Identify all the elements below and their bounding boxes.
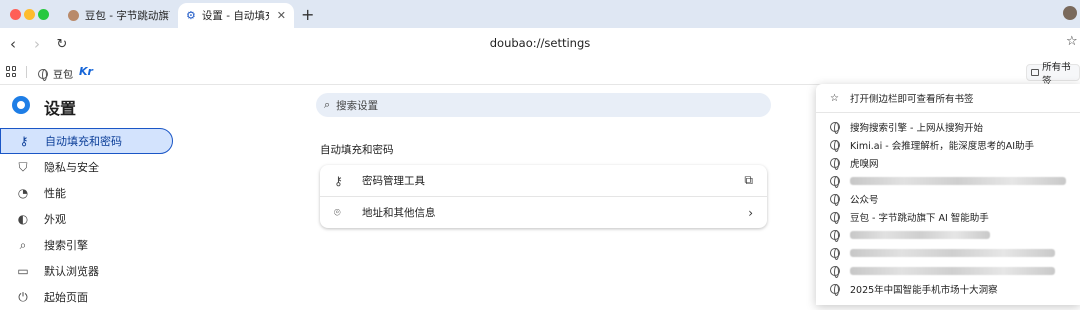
sidebar-item-label: 搜索引擎: [44, 239, 88, 252]
bookmark-item[interactable]: [816, 226, 1080, 244]
address-bar[interactable]: doubao://settings: [0, 36, 1080, 50]
profile-avatar[interactable]: [1063, 6, 1077, 20]
divider: [816, 112, 1080, 113]
bookmark-item[interactable]: 虎嗅网: [816, 154, 1080, 172]
gear-icon: ⚙: [186, 9, 196, 22]
open-sidebar-bookmarks[interactable]: ☆ 打开侧边栏即可查看所有书签: [816, 89, 1080, 107]
palette-icon: ◐: [17, 212, 29, 226]
sidebar-item-appearance[interactable]: ◐ 外观: [0, 206, 173, 232]
speedometer-icon: ◔: [17, 186, 29, 200]
sidebar-item-startup[interactable]: ⏻ 起始页面: [0, 284, 173, 310]
toolbar: ‹ › ↻ doubao://settings ☆: [0, 28, 1080, 60]
sidebar-item-label: 性能: [44, 187, 66, 200]
bookmark-item[interactable]: 搜狗搜索引擎 - 上网从搜狗开始: [816, 118, 1080, 136]
globe-icon: [830, 122, 840, 134]
doubao-avatar-icon: [68, 10, 79, 21]
globe-icon: [830, 212, 840, 224]
doubao-logo: [12, 96, 30, 114]
page-title: 设置: [44, 99, 77, 118]
shield-icon: ⛉: [18, 159, 28, 174]
bookmark-item-label: 公众号: [850, 195, 879, 206]
bookmark-kr[interactable]: Kr: [79, 65, 93, 78]
addresses-row[interactable]: ⌾ 地址和其他信息 ›: [320, 197, 767, 228]
close-window-button[interactable]: [10, 9, 21, 20]
search-icon: ⌕: [324, 98, 331, 111]
sidebar-item-privacy[interactable]: ⛉ 隐私与安全: [0, 154, 173, 180]
autofill-card: ⚷ 密码管理工具 ⧉ ⌾ 地址和其他信息 ›: [320, 165, 767, 228]
bookmark-item-label: 2025年中国智能手机市场十大洞察: [850, 285, 998, 296]
maximize-window-button[interactable]: [38, 9, 49, 20]
globe-icon: [830, 230, 840, 242]
globe-icon: [830, 176, 840, 188]
globe-icon: [830, 248, 840, 260]
bookmark-item[interactable]: 豆包 - 字节跳动旗下 AI 智能助手: [816, 208, 1080, 226]
globe-icon: [830, 194, 840, 206]
globe-icon: [830, 140, 840, 152]
search-icon: ⌕: [19, 237, 27, 252]
tab-label: 豆包 - 字节跳动旗下 AI 智能助手: [84, 10, 170, 22]
new-tab-button[interactable]: +: [301, 5, 314, 24]
row-label: 密码管理工具: [362, 175, 425, 187]
key-icon: ⚷: [334, 173, 343, 188]
key-icon: ⚷: [19, 134, 29, 148]
popup-header-label: 打开侧边栏即可查看所有书签: [850, 94, 974, 105]
tab-doubao[interactable]: 豆包 - 字节跳动旗下 AI 智能助手: [60, 3, 178, 28]
sidebar-item-label: 默认浏览器: [44, 265, 99, 278]
redacted-bookmark-label: [850, 267, 1055, 275]
bookmark-label: 豆包: [53, 70, 73, 81]
redacted-bookmark-label: [850, 231, 990, 239]
password-manager-row[interactable]: ⚷ 密码管理工具 ⧉: [320, 165, 767, 196]
bookmark-item-label: 虎嗅网: [850, 159, 879, 170]
bookmark-item-label: 搜狗搜索引擎 - 上网从搜狗开始: [850, 123, 983, 134]
bookmark-item[interactable]: [816, 244, 1080, 262]
row-label: 地址和其他信息: [362, 207, 436, 219]
globe-icon: [830, 266, 840, 278]
bookmark-item[interactable]: [816, 172, 1080, 190]
search-placeholder: 搜索设置: [336, 99, 379, 112]
tab-label: 设置 - 自动填充和密码: [201, 10, 269, 22]
bookmark-item[interactable]: 2025年中国智能手机市场十大洞察: [816, 280, 1080, 298]
bookmark-item-label: Kimi.ai - 会推理解析，能深度思考的AI助手: [850, 141, 1035, 152]
bookmark-item[interactable]: Kimi.ai - 会推理解析，能深度思考的AI助手: [816, 136, 1080, 154]
location-pin-icon: ⌾: [334, 205, 341, 219]
all-bookmarks-button[interactable]: 所有书签: [1026, 62, 1080, 87]
sidebar-item-autofill[interactable]: ⚷ 自动填充和密码: [0, 128, 173, 154]
bookmarks-bar: 豆包 Kr 所有书签: [0, 60, 1080, 87]
tab-settings[interactable]: ⚙ 设置 - 自动填充和密码 ✕: [178, 3, 294, 28]
kr-logo: Kr: [79, 65, 93, 78]
chevron-right-icon: ›: [748, 205, 753, 220]
sidebar-item-default-browser[interactable]: ▭ 默认浏览器: [0, 258, 173, 284]
close-tab-icon[interactable]: ✕: [277, 9, 286, 22]
sidebar-item-label: 起始页面: [44, 291, 88, 304]
globe-icon: [830, 284, 840, 296]
section-title: 自动填充和密码: [320, 144, 394, 156]
apps-grid-icon[interactable]: [6, 66, 17, 77]
bookmark-item[interactable]: [816, 262, 1080, 280]
globe-icon: [38, 68, 48, 81]
all-bookmarks-label: 所有书签: [1042, 61, 1071, 87]
title-bar: 豆包 - 字节跳动旗下 AI 智能助手 ⚙ 设置 - 自动填充和密码 ✕ +: [0, 0, 1080, 28]
star-icon: ☆: [830, 92, 839, 104]
redacted-bookmark-label: [850, 177, 1066, 185]
bookmarks-popup: ☆ 打开侧边栏即可查看所有书签 搜狗搜索引擎 - 上网从搜狗开始 Kimi.ai…: [816, 84, 1080, 305]
bookmark-item[interactable]: 公众号: [816, 190, 1080, 208]
sidebar-item-search-engine[interactable]: ⌕ 搜索引擎: [0, 232, 173, 258]
minimize-window-button[interactable]: [24, 9, 35, 20]
power-icon: ⏻: [18, 289, 28, 304]
browser-window-icon: ▭: [17, 264, 29, 278]
bookmark-doubao[interactable]: 豆包: [38, 66, 73, 81]
folder-icon: [1031, 69, 1040, 76]
search-input[interactable]: ⌕ 搜索设置: [316, 93, 771, 117]
sidebar-item-performance[interactable]: ◔ 性能: [0, 180, 173, 206]
sidebar-item-label: 外观: [44, 213, 66, 226]
redacted-bookmark-label: [850, 249, 1055, 257]
bookmark-star-icon[interactable]: ☆: [1066, 34, 1078, 49]
sidebar-item-label: 隐私与安全: [44, 161, 99, 174]
bookmark-item-label: 豆包 - 字节跳动旗下 AI 智能助手: [850, 213, 989, 224]
globe-icon: [830, 158, 840, 170]
sidebar-item-label: 自动填充和密码: [45, 135, 122, 148]
open-external-icon: ⧉: [744, 173, 753, 187]
divider: [26, 66, 27, 78]
